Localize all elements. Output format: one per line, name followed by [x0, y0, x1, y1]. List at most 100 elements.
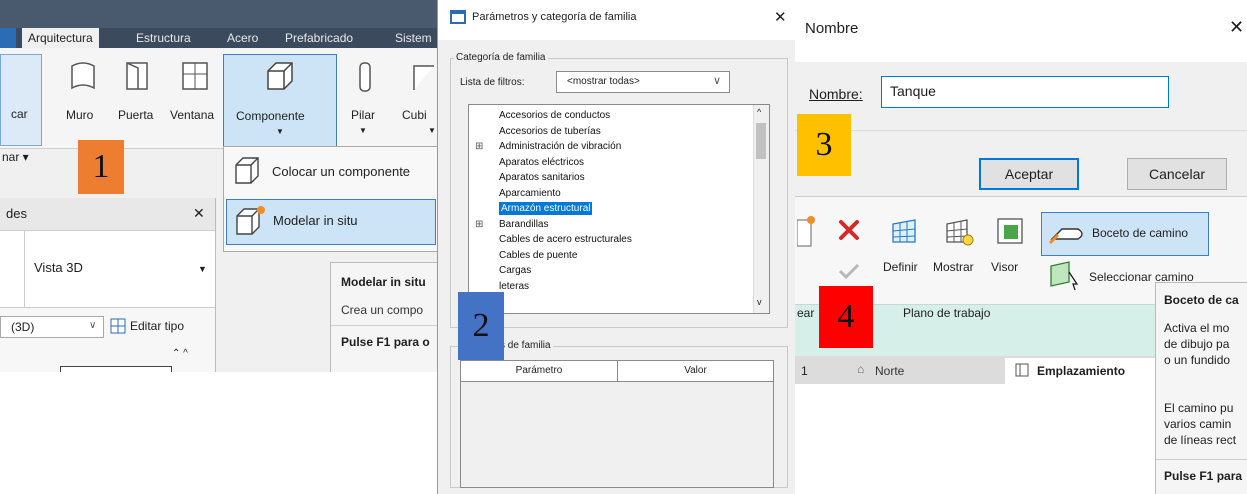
col-header-value[interactable]: Valor [618, 361, 773, 382]
step-badge-3: 3 [797, 114, 851, 176]
tab-sistemas[interactable]: Sistem [395, 31, 432, 45]
expand-icon[interactable]: ⊞ [475, 140, 483, 153]
step-badge-2: 2 [458, 292, 504, 360]
parameters-group-label: s de familia [498, 340, 553, 351]
scroll-up-icon[interactable]: ^ [757, 107, 761, 117]
mode-icon-partial [797, 216, 815, 247]
scroll-thumb[interactable] [756, 123, 766, 159]
componente-button[interactable]: Componente ▼ [223, 54, 337, 148]
view-canvas[interactable] [795, 384, 1155, 494]
category-list-item[interactable]: Aparcamiento [469, 187, 753, 200]
viewer-button[interactable]: Visor [989, 214, 1029, 278]
tooltip-line: El camino pu [1164, 401, 1234, 415]
category-label: Armazón estructural [499, 202, 593, 215]
muro-button[interactable]: Muro [62, 58, 102, 142]
menu-item-label: Modelar in situ [273, 213, 358, 228]
tooltip-line: Activa el mo [1164, 321, 1230, 335]
category-list-item[interactable]: Accesorios de conductos [469, 109, 753, 122]
tooltip-line: varios camin [1164, 417, 1232, 431]
dropdown-arrow-icon: ▼ [359, 126, 367, 135]
category-label: Accesorios de conductos [499, 110, 611, 121]
category-list-item[interactable]: Cables de puente [469, 249, 753, 262]
model-in-place-icon [236, 206, 265, 235]
tab-norte[interactable]: ⌂ Norte [849, 358, 979, 382]
tooltip: Modelar in situ Crea un compo Pulse F1 p… [330, 262, 437, 372]
puerta-button[interactable]: Puerta [116, 58, 160, 142]
category-label: Accesorios de tuberías [499, 125, 601, 137]
tooltip-line: de líneas rect [1164, 433, 1237, 447]
define-button[interactable]: Definir [881, 214, 931, 278]
tooltip-help: Pulse F1 para o [341, 335, 430, 349]
componente-label: Componente [236, 109, 305, 123]
scrollbar[interactable]: ^ v [753, 105, 769, 313]
select-path-icon [1050, 261, 1079, 291]
tab-arquitectura[interactable]: Arquitectura [22, 28, 99, 48]
menu-item-label: Colocar un componente [272, 164, 411, 179]
sketch-path-button[interactable]: Boceto de camino [1041, 212, 1209, 256]
ventana-button[interactable]: Ventana [168, 58, 222, 142]
category-list-item[interactable]: Aparatos eléctricos [469, 156, 753, 169]
edit-type-button[interactable]: Editar tipo [108, 316, 208, 336]
close-icon[interactable]: ✕ [193, 205, 205, 222]
category-label: Administración de vibración [499, 141, 622, 152]
pilar-label: Pilar [351, 108, 376, 122]
edit-type-icon [110, 318, 126, 334]
finish-check-icon[interactable] [837, 262, 861, 280]
tab-emplazamiento[interactable]: Emplazamiento [1005, 358, 1155, 384]
tooltip-help: Pulse F1 para [1164, 469, 1243, 483]
category-list-item[interactable]: Cables de acero estructurales [469, 233, 753, 246]
category-list-item[interactable]: ⊞ Barandillas [469, 218, 753, 231]
close-icon[interactable]: ✕ [1229, 17, 1244, 38]
show-button[interactable]: Mostrar [933, 214, 985, 278]
cancel-button[interactable]: Cancelar [1127, 158, 1227, 190]
category-list-item[interactable]: ⊞ Administración de vibración [469, 140, 753, 153]
badge-number: 4 [837, 298, 855, 335]
instance-filter-value: (3D) [11, 320, 35, 334]
category-list-item[interactable]: Armazón estructural [469, 202, 753, 215]
tooltip-title: Modelar in situ [341, 275, 426, 289]
menu-item-model-in-place[interactable]: Modelar in situ [226, 199, 436, 245]
tab-acero[interactable]: Acero [227, 31, 258, 45]
category-list[interactable]: Accesorios de conductos Accesorios de tub… [468, 104, 770, 314]
name-dialog-panel: Nombre ✕ Nombre: Tanque Aceptar Cancelar… [795, 0, 1247, 494]
place-button-partial[interactable]: car [0, 54, 42, 146]
col-header-parameter[interactable]: Parámetro [461, 361, 618, 382]
mode-panel-label: ear [797, 306, 815, 320]
define-label: Definir [883, 260, 918, 274]
category-label: Cables de acero estructurales [499, 234, 632, 245]
home-icon: ⌂ [857, 362, 865, 376]
category-list-item[interactable]: Cargas [469, 264, 753, 277]
cancel-x-icon[interactable] [837, 218, 861, 242]
menu-item-place-component[interactable]: Colocar un componente [226, 149, 434, 193]
category-label: Barandillas [499, 218, 549, 230]
category-list-item[interactable]: leteras [469, 280, 753, 293]
category-label: Cables de puente [499, 249, 578, 261]
type-selector[interactable]: Vista 3D ▼ [0, 231, 215, 308]
property-field-partial[interactable] [60, 366, 172, 372]
muro-label: Muro [66, 108, 94, 122]
scroll-down-icon[interactable]: v [757, 297, 762, 307]
wall-icon [71, 62, 95, 90]
file-tab[interactable] [0, 28, 16, 48]
view-row-number: 1 [801, 364, 808, 378]
tab-estructura[interactable]: Estructura [136, 31, 191, 45]
name-input[interactable]: Tanque [881, 76, 1169, 108]
badge-number: 1 [92, 148, 110, 185]
filter-dropdown[interactable]: <mostrar todas> ∨ [556, 71, 730, 93]
category-list-item[interactable]: Aparatos sanitarios [469, 171, 753, 184]
cubierta-label: Cubi [402, 108, 427, 122]
tab-prefabricado[interactable]: Prefabricado [285, 31, 353, 45]
expand-icon[interactable]: ⊞ [475, 218, 483, 231]
pilar-button[interactable]: Pilar ▼ [345, 58, 385, 142]
close-icon[interactable]: ✕ [774, 8, 787, 26]
cubierta-button[interactable]: Cubi ▼ [398, 58, 437, 142]
category-label: Aparatos sanitarios [499, 172, 585, 183]
ok-button[interactable]: Aceptar [979, 158, 1079, 190]
floor-plan-icon [1015, 363, 1029, 377]
collapse-icon[interactable]: ⌃ ^ [172, 348, 188, 359]
name-label: Nombre: [809, 86, 863, 102]
step-badge-4: 4 [819, 286, 873, 348]
instance-filter-dropdown[interactable]: (3D) ∨ [0, 316, 104, 338]
chevron-down-icon: ∨ [89, 320, 97, 331]
category-list-item[interactable]: Accesorios de tuberías [469, 125, 753, 138]
